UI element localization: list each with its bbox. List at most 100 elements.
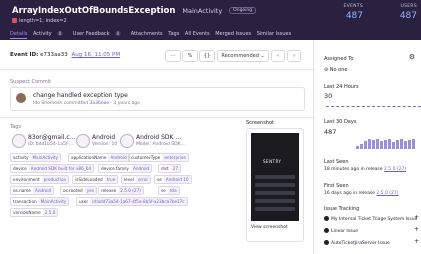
commit-time: · 3 years ago xyxy=(110,101,140,106)
integration-item[interactable]: Linear Issue xyxy=(324,228,358,234)
context-user-sub: ID: bdd1b54-1a5f-... xyxy=(28,142,74,147)
json-button[interactable]: {} xyxy=(199,50,215,62)
chart-bar xyxy=(376,139,379,149)
chart-bar xyxy=(364,141,367,149)
tag-pill[interactable]: versionName 2.5.0 xyxy=(10,208,59,217)
last-30-days-chart[interactable] xyxy=(326,138,421,149)
tab-all-events[interactable]: All Events xyxy=(185,31,210,37)
issue-title: ArrayIndexOutOfBoundsException MainActiv… xyxy=(12,6,257,16)
last-24-hours-label: Last 24 Hours xyxy=(324,84,359,90)
chart-bar xyxy=(392,142,395,149)
tag-key: customerType xyxy=(131,155,161,160)
tab-user-feedback-label: User Feedback xyxy=(72,31,110,37)
device-icon xyxy=(120,134,134,148)
screenshot-card[interactable]: SENTRY View screenshot xyxy=(246,128,304,242)
view-screenshot-button[interactable]: View screenshot xyxy=(251,225,288,230)
tag-pill[interactable]: customerType enterprise xyxy=(128,153,189,162)
app-window: ArrayIndexOutOfBoundsException MainActiv… xyxy=(0,0,421,254)
suspect-commit-heading: Suspect Commit xyxy=(10,79,52,85)
tag-key: device xyxy=(13,166,27,171)
tab-user-feedback[interactable]: User Feedback 0 xyxy=(73,31,125,37)
users-stat[interactable]: USERS 487 xyxy=(400,4,417,21)
first-seen-text: 16 days ago in release xyxy=(324,191,375,196)
tag-key: device.family xyxy=(101,166,130,171)
tab-similar-issues[interactable]: Similar Issues xyxy=(257,31,291,37)
more-button[interactable]: ··· xyxy=(165,50,181,62)
tag-key: user xyxy=(79,199,89,204)
first-seen-release-link[interactable]: 2.5.0 (27) xyxy=(376,191,398,196)
tag-pill[interactable]: device.family Android xyxy=(98,164,153,173)
event-date[interactable]: Aug 16, 11:05 PM xyxy=(71,52,120,58)
tag-value: Android xyxy=(108,154,129,161)
events-stat[interactable]: EVENTS 487 xyxy=(343,4,363,21)
placeholder-line xyxy=(255,199,295,203)
tag-pill[interactable]: device Android SDK built for x86_64 xyxy=(10,164,95,173)
event-id[interactable]: e733aa33 xyxy=(40,52,68,58)
last-seen-text: 18 minutes ago in release xyxy=(324,167,383,172)
commit-hash[interactable]: 3a36eae xyxy=(89,101,109,106)
tab-details[interactable]: Details xyxy=(10,31,28,39)
context-user-title: 83or@gmail.c... xyxy=(28,134,76,141)
linear-icon xyxy=(324,228,329,233)
integration-label: My Internal Ticket Triage System Issue xyxy=(331,217,418,222)
link-button[interactable]: % xyxy=(182,50,198,62)
divider xyxy=(0,69,313,70)
ticket-icon xyxy=(324,216,329,221)
last-seen-value: 18 minutes ago in release 2.5.0 (27) xyxy=(324,167,406,172)
next-event-button[interactable]: › xyxy=(287,50,301,62)
integration-item[interactable]: AutoTicketJiraServer Issue xyxy=(324,240,390,246)
tag-pill[interactable]: applicationName Android xyxy=(68,153,130,162)
tag-pill[interactable]: os.rooted yes xyxy=(60,186,97,195)
tag-pill[interactable]: isSideLoaded true xyxy=(72,175,119,184)
last-24-hours-chart[interactable] xyxy=(326,106,421,109)
tag-pill[interactable]: user id:bdd73a54-1a67-4f5a-8b5f-a23bca7be… xyxy=(76,197,188,206)
tag-pill[interactable]: activity MainActivity xyxy=(10,153,62,162)
tag-pill[interactable]: se tda xyxy=(158,186,180,195)
tag-value: 27 xyxy=(170,165,180,172)
commit-message: change handled exception type xyxy=(33,92,128,99)
tag-pill[interactable]: environment production xyxy=(10,175,70,184)
tag-value: MainActivity xyxy=(38,198,69,205)
add-integration-icon[interactable]: + xyxy=(414,238,419,245)
tab-attachments[interactable]: Attachments xyxy=(131,31,163,37)
event-id-bar: Event ID: e733aa33 Aug 16, 11:05 PM xyxy=(10,52,120,58)
issue-culprit: MainActivity xyxy=(182,7,223,15)
tag-key: isSideLoaded xyxy=(75,177,103,182)
chart-bar xyxy=(400,139,403,149)
integration-label: AutoTicketJiraServer Issue xyxy=(331,241,390,246)
context-os-sub: Version: 10 xyxy=(92,142,118,147)
tab-merged-issues[interactable]: Merged Issues xyxy=(215,31,251,37)
placeholder-line xyxy=(255,183,295,187)
last-30-days-count: 487 xyxy=(324,128,337,136)
tab-activity[interactable]: Activity 0 xyxy=(33,31,67,37)
issue-subtitle: length=1; index=2 xyxy=(12,18,67,24)
last-seen-release-link[interactable]: 2.5.0 (27) xyxy=(384,167,406,172)
assignee-dropdown[interactable]: ⊘ No one xyxy=(324,67,347,73)
add-integration-icon[interactable]: + xyxy=(414,214,419,221)
link-icon: % xyxy=(187,53,193,59)
placeholder-line xyxy=(255,207,295,211)
tab-tags[interactable]: Tags xyxy=(168,31,179,37)
subtitle-text: length=1; index=2 xyxy=(19,18,67,24)
integration-item[interactable]: My Internal Ticket Triage System Issue xyxy=(324,216,417,222)
tag-pill[interactable]: dist 27 xyxy=(158,164,181,173)
tag-pill[interactable]: release 2.5.0 (27) xyxy=(98,186,144,195)
suspect-commit-card[interactable]: change handled exception type Ido Shemes… xyxy=(10,87,305,111)
tag-key: transaction xyxy=(13,199,37,204)
tag-pill[interactable]: os.name Android xyxy=(10,186,55,195)
tag-key: release xyxy=(101,188,117,193)
tag-pill[interactable]: os Android 10 xyxy=(154,175,192,184)
tag-pill[interactable]: transaction MainActivity xyxy=(10,197,70,206)
tag-pill[interactable]: level error xyxy=(121,175,152,184)
chevron-right-icon: › xyxy=(293,53,295,59)
settings-icon[interactable]: ⚙ xyxy=(409,53,415,61)
recommended-dropdown[interactable]: Recommended ⌄ xyxy=(217,50,269,62)
tab-user-feedback-count: 0 xyxy=(114,31,122,36)
chart-bar xyxy=(368,139,371,149)
chart-bar xyxy=(408,140,411,149)
first-seen-label: First Seen xyxy=(324,183,349,189)
assignee-value: No one xyxy=(329,67,348,73)
previous-event-button[interactable]: ‹ xyxy=(271,50,285,62)
tag-value: 2.5.0 xyxy=(42,209,58,216)
add-integration-icon[interactable]: + xyxy=(414,226,419,233)
